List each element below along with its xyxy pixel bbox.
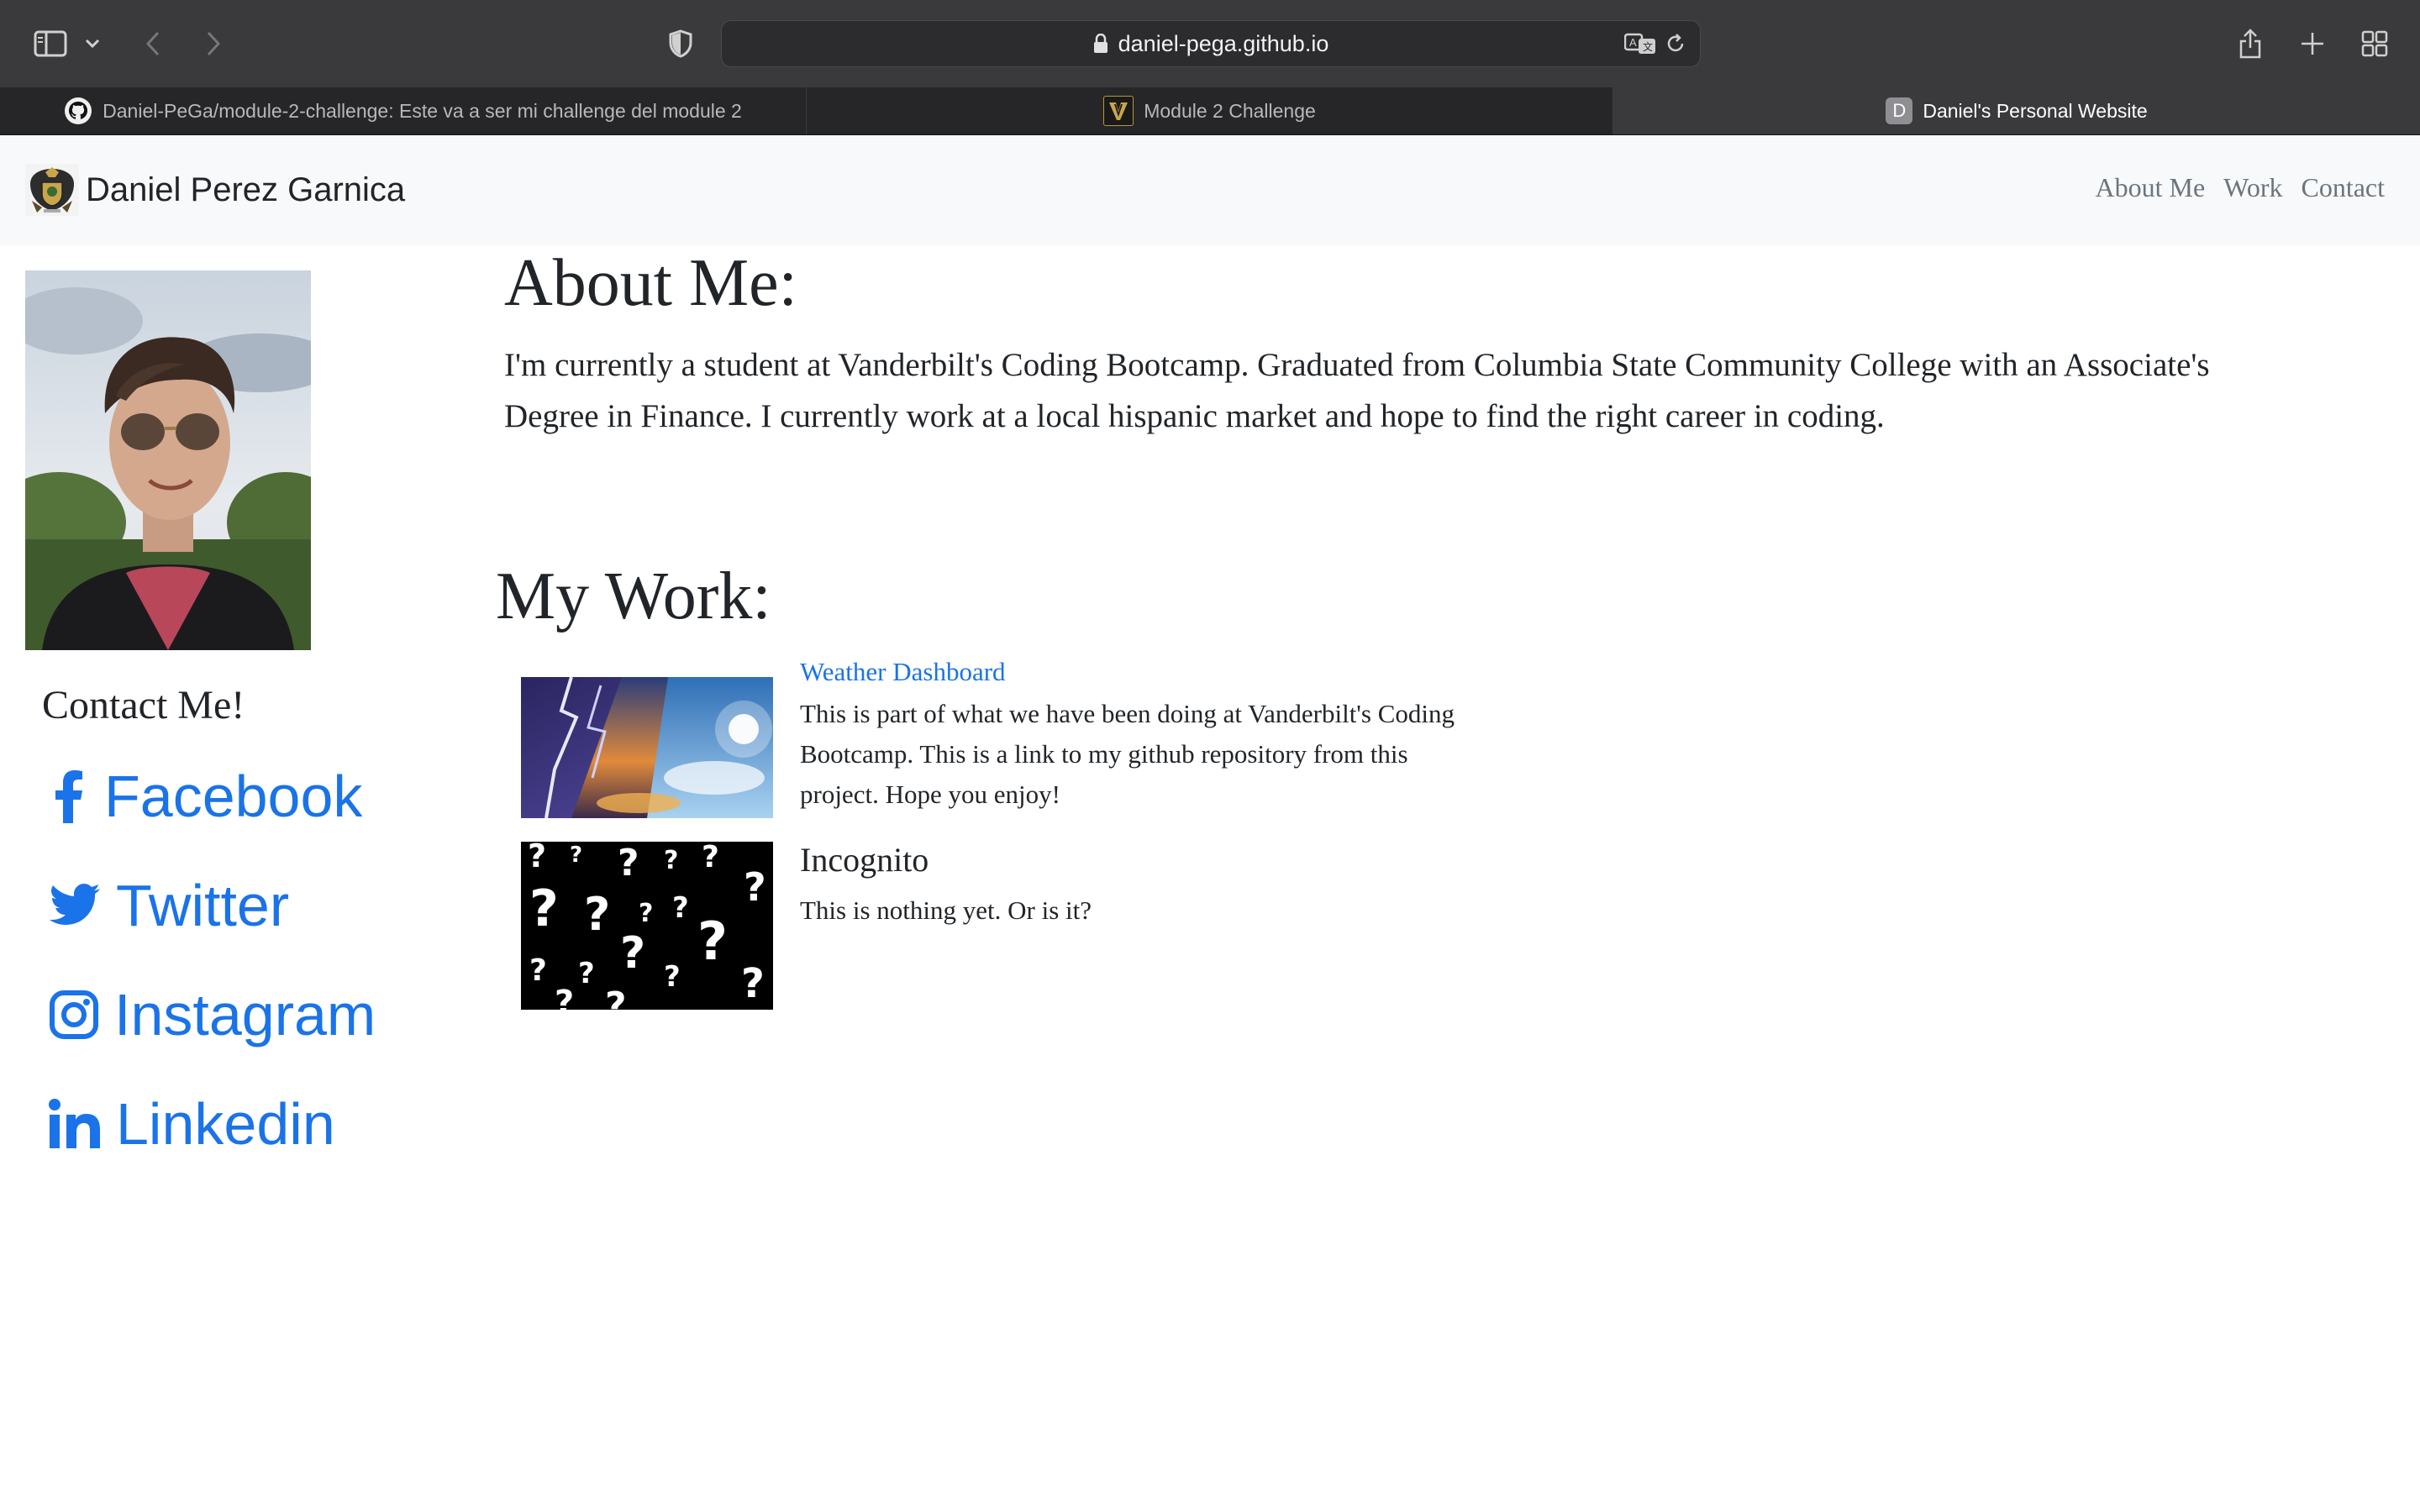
twitter-link[interactable]: Twitter bbox=[49, 872, 289, 939]
sidebar-toggle-icon[interactable] bbox=[32, 25, 69, 62]
tab-personal-website[interactable]: D Daniel's Personal Website bbox=[1613, 87, 2420, 134]
svg-text:?: ? bbox=[618, 842, 639, 885]
coat-of-arms-logo bbox=[25, 164, 79, 216]
vanderbilt-icon bbox=[1103, 96, 1134, 126]
svg-text:?: ? bbox=[620, 928, 645, 979]
browser-toolbar: daniel-pega.github.io A文 bbox=[0, 0, 2420, 88]
svg-text:?: ? bbox=[664, 960, 681, 994]
tab-bar: Daniel-PeGa/module-2-challenge: Este va … bbox=[0, 87, 2420, 135]
svg-text:文: 文 bbox=[1643, 40, 1653, 53]
twitter-icon bbox=[49, 884, 101, 927]
brand-link[interactable]: Daniel Perez Garnica bbox=[25, 162, 405, 218]
about-paragraph: I'm currently a student at Vanderbilt's … bbox=[504, 347, 2210, 434]
github-icon bbox=[64, 97, 92, 125]
facebook-icon bbox=[49, 769, 89, 823]
svg-text:?: ? bbox=[741, 960, 765, 1007]
incognito-thumbnail[interactable]: ? ? ? ? ? ? ? ? ? ? ? ? ? ? ? ? ? ? bbox=[521, 837, 773, 1027]
privacy-shield-icon[interactable] bbox=[662, 25, 699, 62]
svg-text:?: ? bbox=[672, 891, 689, 925]
weather-dashboard-link[interactable]: Weather Dashboard bbox=[800, 657, 1006, 687]
svg-text:?: ? bbox=[664, 846, 678, 875]
svg-text:?: ? bbox=[702, 842, 719, 874]
translate-icon[interactable]: A文 bbox=[1624, 28, 1656, 60]
forward-icon[interactable] bbox=[195, 25, 232, 62]
share-icon[interactable] bbox=[2232, 25, 2269, 62]
instagram-icon bbox=[49, 990, 99, 1040]
brand-name: Daniel Perez Garnica bbox=[86, 171, 406, 208]
contact-heading: Contact Me! bbox=[42, 683, 245, 727]
svg-text:A: A bbox=[1629, 36, 1637, 49]
svg-text:?: ? bbox=[639, 899, 653, 928]
work-heading: My Work: bbox=[496, 559, 771, 633]
svg-text:?: ? bbox=[529, 953, 547, 988]
address-bar[interactable]: daniel-pega.github.io A文 bbox=[721, 20, 1701, 67]
social-label: Twitter bbox=[116, 873, 290, 938]
url-text: daniel-pega.github.io bbox=[1118, 30, 1329, 56]
tab-title: Daniel's Personal Website bbox=[1923, 99, 2148, 122]
svg-text:?: ? bbox=[555, 984, 574, 1010]
linkedin-icon bbox=[49, 1099, 101, 1149]
social-label: Facebook bbox=[104, 764, 363, 829]
letter-d-icon: D bbox=[1886, 97, 1913, 124]
tab-title: Daniel-PeGa/module-2-challenge: Este va … bbox=[103, 99, 742, 122]
tab-title: Module 2 Challenge bbox=[1144, 99, 1316, 122]
chevron-down-icon[interactable] bbox=[81, 25, 104, 62]
favicon-letter: D bbox=[1892, 100, 1907, 121]
svg-text:?: ? bbox=[529, 879, 559, 938]
svg-text:?: ? bbox=[744, 864, 766, 910]
svg-text:?: ? bbox=[570, 843, 582, 868]
svg-text:?: ? bbox=[697, 911, 728, 972]
social-label: Linkedin bbox=[116, 1091, 335, 1157]
tab-github[interactable]: Daniel-PeGa/module-2-challenge: Este va … bbox=[0, 87, 807, 134]
incognito-title: Incognito bbox=[800, 841, 929, 879]
profile-photo bbox=[0, 270, 345, 650]
new-tab-icon[interactable] bbox=[2294, 25, 2331, 62]
tab-module-2-challenge[interactable]: Module 2 Challenge bbox=[807, 87, 1613, 134]
nav-links: About Me Work Contact bbox=[2096, 172, 2385, 203]
facebook-link[interactable]: Facebook bbox=[49, 763, 362, 830]
reload-icon[interactable] bbox=[1660, 28, 1691, 60]
nav-contact-link[interactable]: Contact bbox=[2301, 172, 2385, 203]
social-label: Instagram bbox=[114, 982, 376, 1047]
incognito-description: This is nothing yet. Or is it? bbox=[800, 895, 1092, 925]
svg-text:?: ? bbox=[528, 842, 546, 874]
weather-dashboard-description: This is part of what we have been doing … bbox=[800, 699, 1455, 809]
instagram-link[interactable]: Instagram bbox=[49, 981, 376, 1048]
tab-overview-icon[interactable] bbox=[2356, 25, 2393, 62]
site-navbar: Daniel Perez Garnica About Me Work Conta… bbox=[0, 135, 2420, 245]
linkedin-link[interactable]: Linkedin bbox=[49, 1090, 335, 1158]
lock-icon bbox=[1093, 34, 1108, 54]
svg-text:?: ? bbox=[578, 957, 595, 990]
back-icon[interactable] bbox=[134, 25, 171, 62]
weather-dashboard-thumbnail[interactable] bbox=[521, 676, 773, 819]
nav-about-me-link[interactable]: About Me bbox=[2096, 172, 2206, 203]
svg-text:?: ? bbox=[584, 888, 610, 941]
about-heading: About Me: bbox=[504, 246, 797, 320]
svg-text:?: ? bbox=[605, 984, 627, 1010]
nav-work-link[interactable]: Work bbox=[2223, 172, 2282, 203]
